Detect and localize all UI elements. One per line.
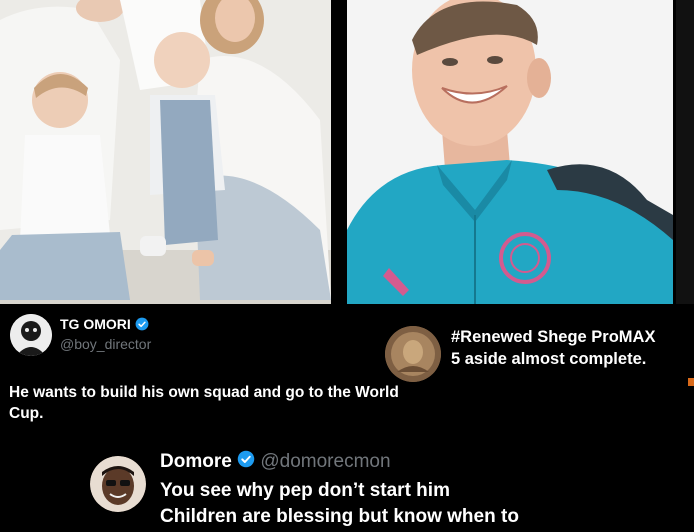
family-photo-illustration	[0, 0, 331, 304]
avatar-image	[385, 326, 441, 382]
family-photo[interactable]	[0, 0, 331, 304]
tweet1-author-row: TG OMORI	[60, 316, 149, 334]
avatar[interactable]	[385, 326, 441, 382]
user-handle[interactable]: @boy_director	[60, 336, 151, 352]
display-name[interactable]: TG OMORI	[60, 316, 131, 332]
player-photo-illustration	[347, 0, 673, 304]
next-image-edge	[676, 0, 694, 304]
quote-line-2: 5 aside almost complete.	[451, 350, 647, 368]
tweet-text: He wants to build his own squad and go t…	[9, 384, 399, 422]
player-photo[interactable]	[347, 0, 673, 304]
tweet-text: You see why pep don’t start him Children…	[160, 478, 680, 530]
quote-line-1: #Renewed Shege ProMAX	[451, 328, 656, 346]
tweet-line-1: You see why pep don’t start him	[160, 480, 450, 501]
avatar[interactable]	[10, 314, 52, 356]
tweet2-author-row: Domore @domorecmon	[160, 450, 391, 474]
avatar[interactable]	[90, 456, 146, 512]
tweet-line-2: Children are blessing but know when to	[160, 506, 519, 527]
avatar-image	[10, 314, 52, 356]
display-name[interactable]: Domore	[160, 451, 232, 472]
verified-badge-icon	[237, 450, 255, 474]
verified-badge-icon	[135, 317, 149, 334]
avatar-image	[90, 456, 146, 512]
quote-edge-mark	[688, 378, 694, 386]
user-handle[interactable]: @domorecmon	[260, 451, 390, 472]
photo-divider	[331, 0, 347, 304]
quote-text: #Renewed Shege ProMAX 5 aside almost com…	[451, 326, 694, 370]
